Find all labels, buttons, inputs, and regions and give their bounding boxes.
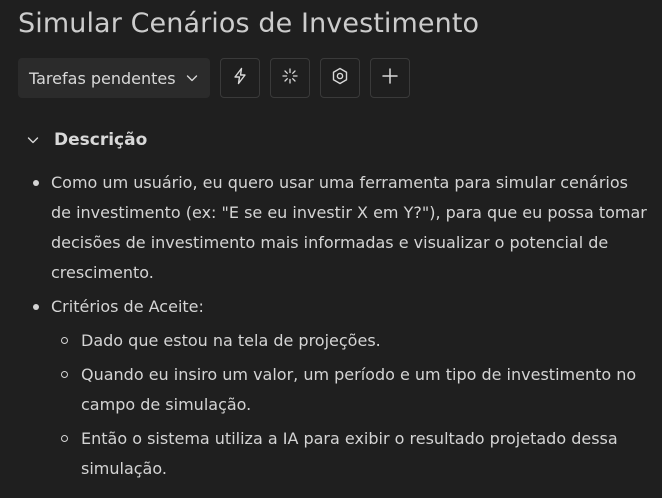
chevron-down-icon	[185, 71, 199, 85]
bullet-icon	[33, 180, 39, 186]
lightning-icon	[231, 67, 249, 89]
circle-bullet-icon	[61, 337, 68, 344]
list-item-text: Como um usuário, eu quero usar uma ferra…	[51, 173, 647, 282]
lightning-button[interactable]	[220, 58, 260, 98]
sub-list-item: Quando eu insiro um valor, um período e …	[0, 360, 641, 420]
list-item-text: Critérios de Aceite:	[51, 297, 204, 316]
circle-bullet-icon	[61, 371, 68, 378]
sub-list-item-text: Quando eu insiro um valor, um período e …	[81, 365, 637, 414]
description-content: Como um usuário, eu quero usar uma ferra…	[0, 168, 662, 484]
section-title: Descrição	[54, 130, 148, 150]
list-item: Como um usuário, eu quero usar uma ferra…	[0, 168, 651, 288]
list-item: Critérios de Aceite:	[0, 292, 651, 322]
bullet-icon	[33, 304, 39, 310]
task-detail-page: Simular Cenários de Investimento Tarefas…	[0, 0, 662, 498]
plus-icon	[381, 67, 399, 89]
toolbar: Tarefas pendentes	[18, 58, 410, 98]
add-button[interactable]	[370, 58, 410, 98]
chevron-down-icon	[26, 133, 42, 147]
sparkle-icon	[281, 67, 299, 89]
sub-list-item-text: Dado que estou na tela de projeções.	[81, 331, 381, 350]
settings-button[interactable]	[320, 58, 360, 98]
sparkle-button[interactable]	[270, 58, 310, 98]
sub-list-item-text: Então o sistema utiliza a IA para exibir…	[81, 429, 618, 478]
status-dropdown[interactable]: Tarefas pendentes	[18, 58, 210, 98]
circle-bullet-icon	[61, 435, 68, 442]
page-title: Simular Cenários de Investimento	[18, 8, 480, 39]
status-dropdown-label: Tarefas pendentes	[29, 68, 176, 88]
sub-list-item: Então o sistema utiliza a IA para exibir…	[0, 424, 641, 484]
sub-list-item: Dado que estou na tela de projeções.	[0, 326, 641, 356]
description-section-toggle[interactable]: Descrição	[26, 130, 147, 150]
hexagon-settings-icon	[331, 67, 349, 89]
